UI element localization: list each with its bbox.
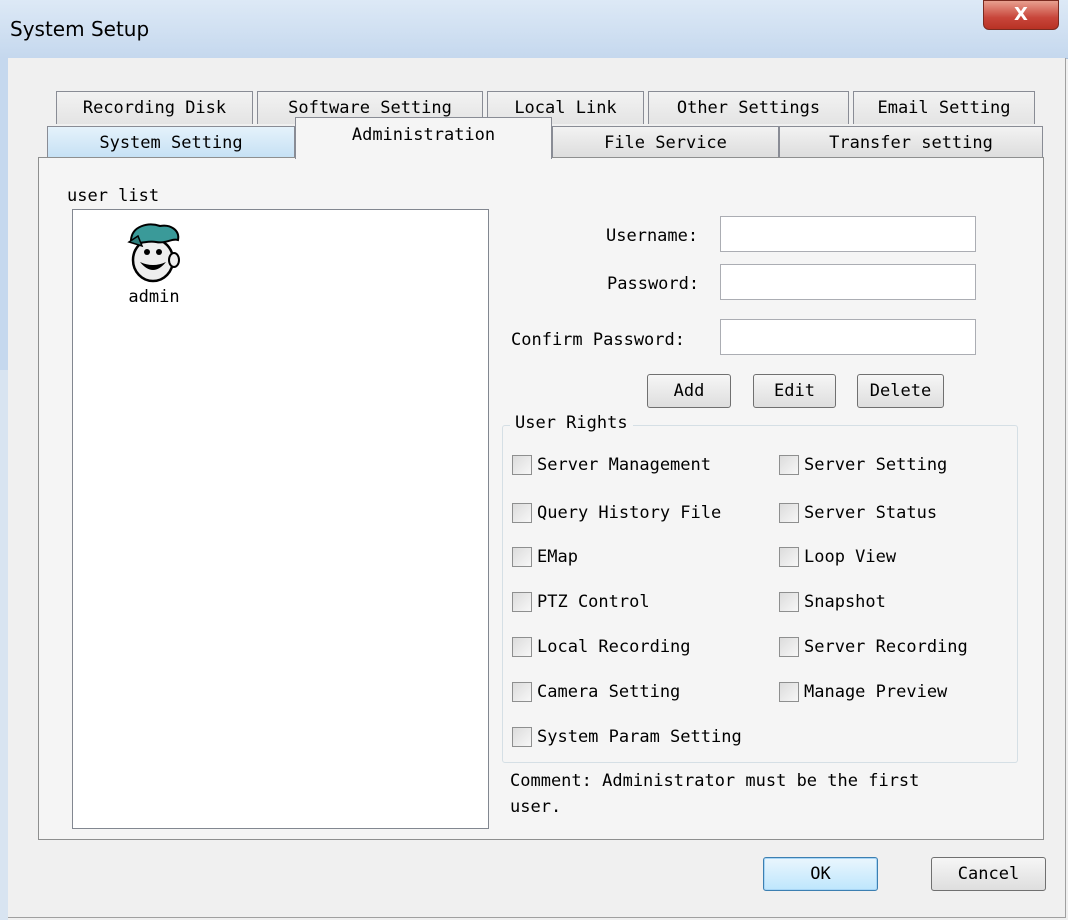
checkbox-box[interactable] bbox=[512, 455, 532, 475]
ok-label: OK bbox=[810, 864, 831, 884]
close-icon: X bbox=[1014, 4, 1028, 25]
checkbox-label: System Param Setting bbox=[537, 727, 742, 747]
comment-text-line2: user. bbox=[510, 797, 562, 817]
password-field[interactable] bbox=[720, 264, 976, 300]
checkbox-box[interactable] bbox=[512, 503, 532, 523]
title-bar: System Setup X bbox=[0, 0, 1068, 59]
checkbox-box[interactable] bbox=[512, 547, 532, 567]
checkbox-server-recording[interactable]: Server Recording bbox=[779, 637, 968, 657]
checkbox-label: Server Management bbox=[537, 455, 711, 475]
checkbox-emap[interactable]: EMap bbox=[512, 547, 578, 567]
checkbox-camera-setting[interactable]: Camera Setting bbox=[512, 682, 680, 702]
checkbox-box[interactable] bbox=[512, 637, 532, 657]
checkbox-label: Server Status bbox=[804, 503, 938, 523]
add-button[interactable]: Add bbox=[647, 374, 731, 408]
tab-label: Local Link bbox=[514, 98, 617, 118]
tab-system-setting[interactable]: System Setting bbox=[47, 126, 295, 159]
edit-label: Edit bbox=[774, 381, 815, 401]
checkbox-box[interactable] bbox=[512, 727, 532, 747]
checkbox-label: Manage Preview bbox=[804, 682, 948, 702]
delete-button[interactable]: Delete bbox=[857, 374, 944, 408]
user-rights-label: User Rights bbox=[510, 413, 633, 433]
checkbox-label: Server Setting bbox=[804, 455, 948, 475]
window-title: System Setup bbox=[10, 17, 150, 41]
user-name: admin bbox=[128, 287, 180, 307]
checkbox-loop-view[interactable]: Loop View bbox=[779, 547, 896, 567]
checkbox-ptz-control[interactable]: PTZ Control bbox=[512, 592, 650, 612]
tab-label: Recording Disk bbox=[82, 98, 227, 118]
checkbox-query-history-file[interactable]: Query History File bbox=[512, 503, 721, 523]
username-field[interactable] bbox=[720, 216, 976, 252]
delete-label: Delete bbox=[869, 381, 932, 401]
confirm-password-field[interactable] bbox=[720, 319, 976, 355]
checkbox-box[interactable] bbox=[779, 637, 799, 657]
checkbox-box[interactable] bbox=[779, 682, 799, 702]
checkbox-label: Camera Setting bbox=[537, 682, 681, 702]
checkbox-label: Local Recording bbox=[537, 637, 691, 657]
tab-label: File Service bbox=[604, 133, 727, 153]
checkbox-label: Snapshot bbox=[804, 592, 886, 612]
user-avatar-icon bbox=[127, 223, 180, 283]
tab-file-service[interactable]: File Service bbox=[552, 126, 779, 159]
tab-administration[interactable]: Administration bbox=[295, 117, 552, 159]
user-list-item[interactable]: admin bbox=[99, 220, 209, 307]
checkbox-server-status[interactable]: Server Status bbox=[779, 503, 937, 523]
checkbox-box[interactable] bbox=[779, 455, 799, 475]
checkbox-server-setting[interactable]: Server Setting bbox=[779, 455, 947, 475]
checkbox-server-management[interactable]: Server Management bbox=[512, 455, 711, 475]
checkbox-box[interactable] bbox=[512, 592, 532, 612]
tab-label: Administration bbox=[351, 125, 496, 145]
checkbox-box[interactable] bbox=[779, 592, 799, 612]
tab-label: Software Setting bbox=[288, 98, 452, 118]
checkbox-box[interactable] bbox=[779, 547, 799, 567]
username-label: Username: bbox=[606, 226, 699, 246]
checkbox-box[interactable] bbox=[512, 682, 532, 702]
edit-button[interactable]: Edit bbox=[753, 374, 836, 408]
tab-transfer-setting[interactable]: Transfer setting bbox=[779, 126, 1043, 159]
tab-recording-disk[interactable]: Recording Disk bbox=[56, 91, 253, 124]
checkbox-label: PTZ Control bbox=[537, 592, 650, 612]
cancel-label: Cancel bbox=[957, 864, 1020, 884]
tab-email-setting[interactable]: Email Setting bbox=[853, 91, 1035, 124]
user-list-label: user list bbox=[67, 186, 160, 206]
checkbox-label: Loop View bbox=[804, 547, 897, 567]
checkbox-manage-preview[interactable]: Manage Preview bbox=[779, 682, 947, 702]
checkbox-system-param-setting[interactable]: System Param Setting bbox=[512, 727, 742, 747]
cancel-button[interactable]: Cancel bbox=[931, 857, 1046, 891]
tab-label: System Setting bbox=[99, 133, 243, 153]
tab-other-settings[interactable]: Other Settings bbox=[648, 91, 849, 124]
checkbox-label: Query History File bbox=[537, 503, 722, 523]
checkbox-label: EMap bbox=[537, 547, 578, 567]
user-list[interactable]: admin bbox=[72, 209, 489, 829]
confirm-password-label: Confirm Password: bbox=[511, 330, 685, 350]
comment-text-line1: Comment: Administrator must be the first bbox=[510, 771, 920, 791]
checkbox-label: Server Recording bbox=[804, 637, 968, 657]
password-label: Password: bbox=[607, 274, 700, 294]
tab-label: Other Settings bbox=[676, 98, 821, 118]
window-frame-left-lower bbox=[0, 370, 8, 920]
tab-label: Transfer setting bbox=[829, 133, 993, 153]
ok-button[interactable]: OK bbox=[763, 857, 878, 891]
checkbox-local-recording[interactable]: Local Recording bbox=[512, 637, 691, 657]
checkbox-snapshot[interactable]: Snapshot bbox=[779, 592, 886, 612]
tab-label: Email Setting bbox=[877, 98, 1011, 118]
add-label: Add bbox=[673, 381, 705, 401]
checkbox-box[interactable] bbox=[779, 503, 799, 523]
close-button[interactable]: X bbox=[983, 0, 1059, 30]
